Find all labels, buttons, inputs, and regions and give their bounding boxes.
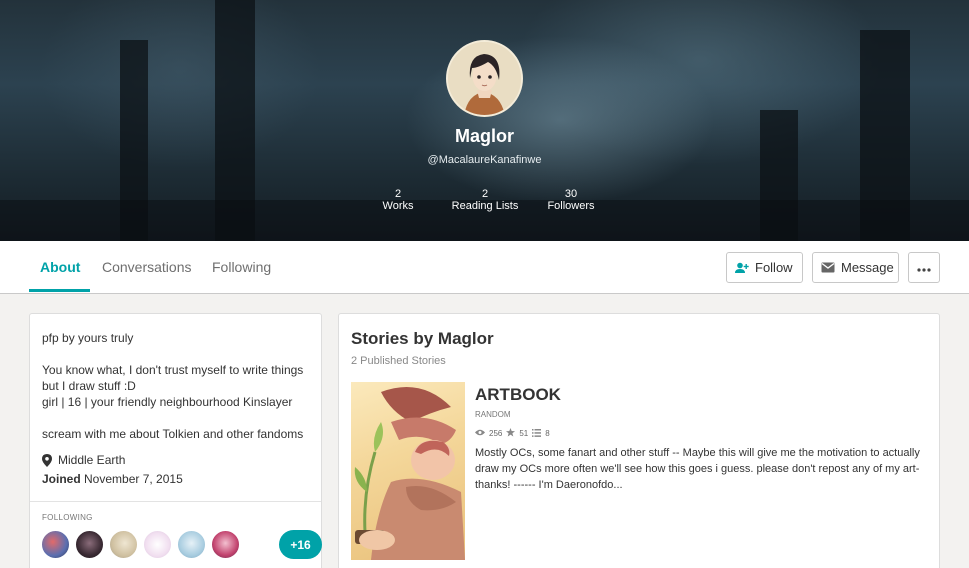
message-button[interactable]: Message (812, 252, 899, 283)
location: Middle Earth (42, 453, 125, 467)
votes-count: 51 (519, 429, 529, 438)
message-button-label: Message (841, 260, 894, 275)
following-more-button[interactable]: +16 (279, 530, 322, 559)
following-avatar[interactable] (143, 530, 172, 559)
stat-reading-lists[interactable]: 2 Reading Lists (446, 188, 524, 212)
tab-about[interactable]: About (40, 259, 80, 275)
story-cover[interactable] (351, 382, 465, 560)
about-card: pfp by yours truly You know what, I don'… (29, 313, 322, 568)
divider (30, 501, 321, 502)
more-options-button[interactable] (908, 252, 940, 283)
following-avatar[interactable] (177, 530, 206, 559)
stories-card: Stories by Maglor 2 Published Stories AR… (338, 313, 940, 568)
bio-line: scream with me about Tolkien and other f… (42, 427, 304, 441)
list-icon (532, 428, 542, 439)
stat-followers-label: Followers (547, 200, 595, 212)
bio-line: pfp by yours truly (42, 331, 134, 345)
following-avatar[interactable] (75, 530, 104, 559)
stat-works-label: Works (382, 200, 414, 212)
stories-heading: Stories by Maglor (351, 329, 494, 348)
location-text: Middle Earth (58, 453, 126, 467)
following-avatar[interactable] (109, 530, 138, 559)
published-count: 2 Published Stories (351, 355, 446, 367)
tab-following[interactable]: Following (212, 259, 271, 275)
reads-count: 256 (489, 429, 503, 438)
envelope-icon (821, 262, 835, 273)
stat-works[interactable]: 2 Works (371, 188, 425, 212)
eye-icon (475, 429, 485, 438)
following-label: FOLLOWING (42, 513, 93, 522)
following-avatar[interactable] (41, 530, 70, 559)
tab-conversations[interactable]: Conversations (102, 259, 192, 275)
stat-works-value: 2 (394, 188, 402, 200)
joined-date-value: November 7, 2015 (84, 472, 183, 486)
bio-line: but I draw stuff :D (42, 379, 136, 393)
more-dots-icon (917, 260, 931, 275)
profile-header-banner: Maglor @MacalaureKanafinwe 2 Works 2 Rea… (0, 0, 969, 241)
stat-reading-lists-label: Reading Lists (451, 200, 519, 212)
stat-followers-value: 30 (564, 188, 578, 200)
bio-line: You know what, I don't trust myself to w… (42, 363, 304, 377)
story-genre: RANDOM (475, 410, 511, 419)
story-description: Mostly OCs, some fanart and other stuff … (475, 447, 920, 491)
bio-line: girl | 16 | your friendly neighbourhood … (42, 395, 293, 409)
avatar[interactable] (446, 40, 523, 117)
add-user-icon (735, 262, 749, 274)
star-icon (506, 428, 516, 439)
map-pin-icon (42, 453, 52, 467)
joined-date: Joined November 7, 2015 (42, 472, 183, 486)
joined-label: Joined (42, 472, 81, 486)
profile-name: Maglor (454, 126, 514, 146)
follow-button-label: Follow (755, 260, 793, 275)
profile-tab-bar: About Conversations Following Follow Mes… (0, 241, 969, 294)
stat-followers[interactable]: 30 Followers (542, 188, 600, 212)
story-title[interactable]: ARTBOOK (475, 385, 561, 405)
follow-button[interactable]: Follow (726, 252, 803, 283)
story-stats: 256 51 8 (475, 428, 554, 439)
following-avatar[interactable] (211, 530, 240, 559)
active-tab-indicator (29, 289, 90, 292)
profile-handle: @MacalaureKanafinwe (427, 154, 542, 166)
parts-count: 8 (545, 429, 550, 438)
stat-reading-lists-value: 2 (481, 188, 489, 200)
